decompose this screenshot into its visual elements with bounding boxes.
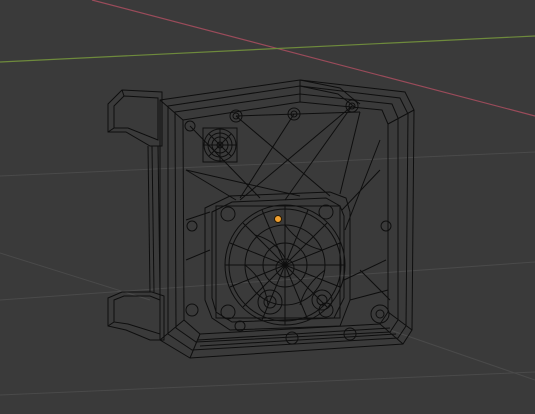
y-axis-line — [0, 35, 535, 63]
viewport-canvas[interactable] — [0, 0, 535, 414]
origin-dot-icon[interactable] — [274, 215, 282, 223]
wireframe-mesh[interactable] — [107, 79, 415, 359]
3d-viewport[interactable] — [0, 0, 535, 414]
